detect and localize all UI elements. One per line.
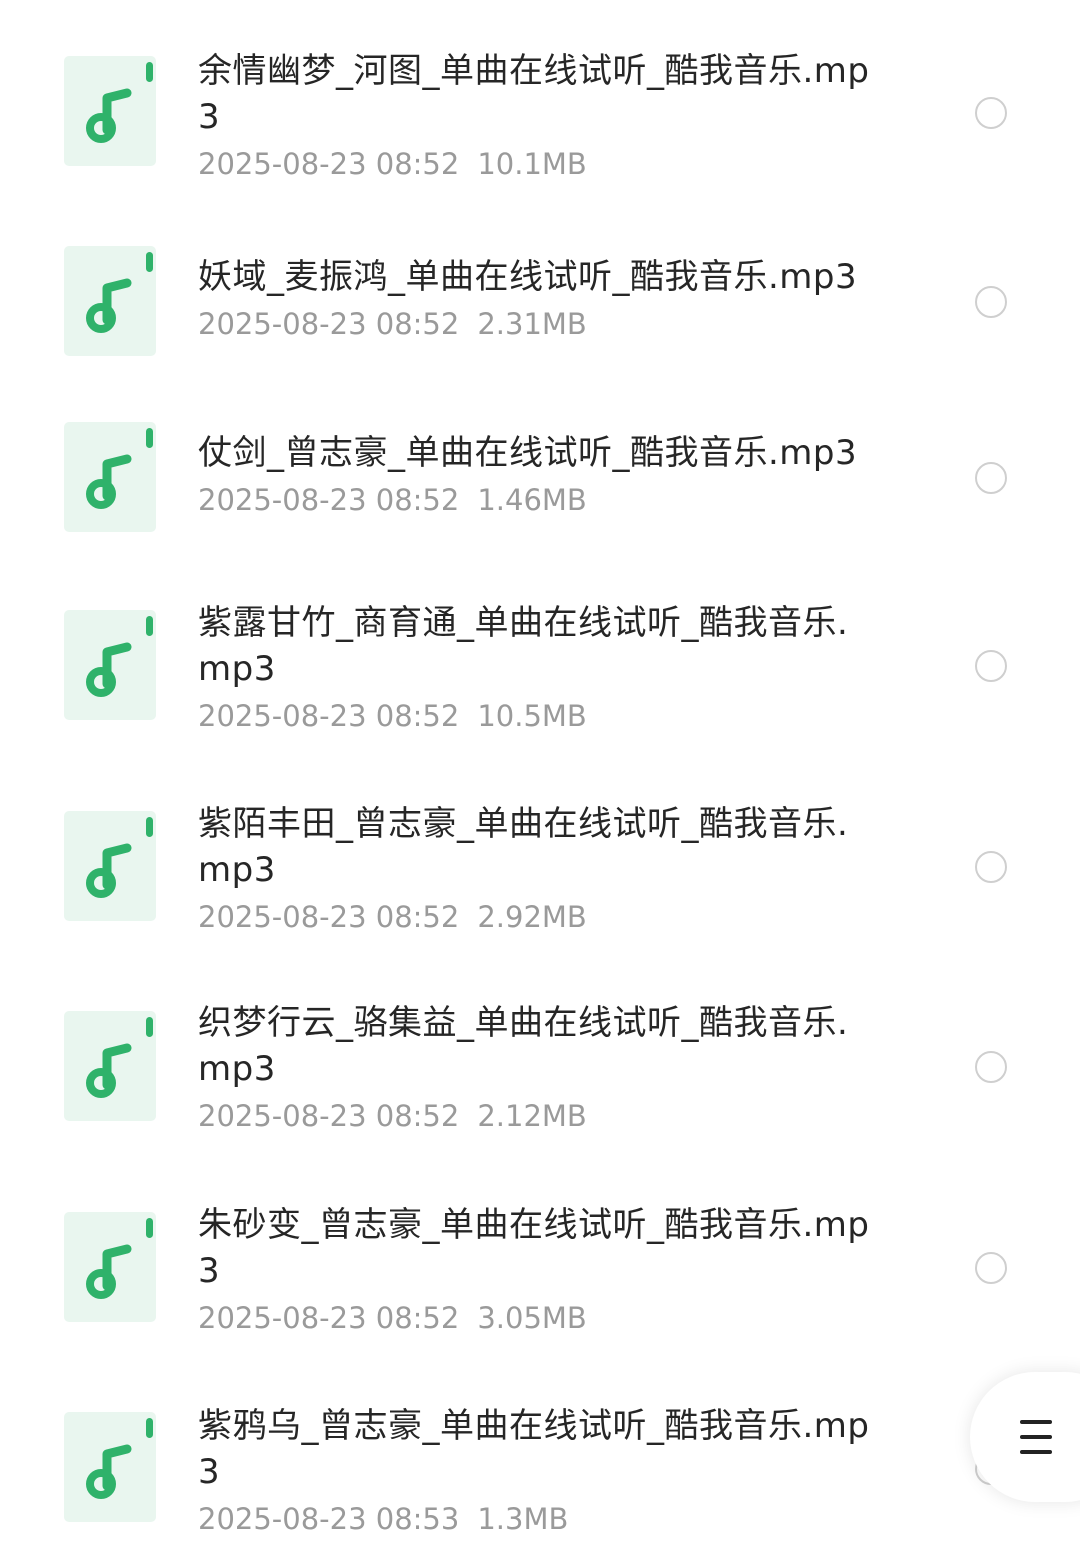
file-row[interactable]: 紫陌丰田_曾志豪_单曲在线试听_酷我音乐.mp3 2025-08-23 08:5… bbox=[0, 760, 1080, 960]
file-date: 2025-08-23 08:52 bbox=[198, 1099, 460, 1133]
file-meta: 2025-08-23 08:52 10.1MB bbox=[198, 144, 878, 184]
file-meta: 2025-08-23 08:52 2.92MB bbox=[198, 897, 878, 937]
file-meta: 2025-08-23 08:52 2.12MB bbox=[198, 1096, 878, 1136]
menu-icon bbox=[1020, 1420, 1052, 1454]
radio-unchecked-icon[interactable] bbox=[975, 462, 1007, 494]
file-date: 2025-08-23 08:52 bbox=[198, 1301, 460, 1335]
file-row[interactable]: 余情幽梦_河图_单曲在线试听_酷我音乐.mp3 2025-08-23 08:52… bbox=[0, 0, 1080, 200]
file-date: 2025-08-23 08:52 bbox=[198, 900, 460, 934]
file-name: 余情幽梦_河图_单曲在线试听_酷我音乐.mp3 bbox=[198, 51, 870, 137]
file-row[interactable]: 紫露甘竹_商育通_单曲在线试听_酷我音乐.mp3 2025-08-23 08:5… bbox=[0, 560, 1080, 760]
file-date: 2025-08-23 08:52 bbox=[198, 147, 460, 181]
file-row[interactable]: 朱砂变_曾志豪_单曲在线试听_酷我音乐.mp3 2025-08-23 08:52… bbox=[0, 1160, 1080, 1360]
radio-unchecked-icon[interactable] bbox=[975, 97, 1007, 129]
radio-unchecked-icon[interactable] bbox=[975, 286, 1007, 318]
radio-unchecked-icon[interactable] bbox=[975, 851, 1007, 883]
file-meta: 2025-08-23 08:52 2.31MB bbox=[198, 304, 878, 344]
radio-unchecked-icon[interactable] bbox=[975, 1252, 1007, 1284]
file-size: 1.3MB bbox=[477, 1502, 569, 1536]
music-file-icon bbox=[64, 246, 156, 356]
file-meta: 2025-08-23 08:52 1.46MB bbox=[198, 480, 878, 520]
file-row[interactable]: 紫鸦乌_曾志豪_单曲在线试听_酷我音乐.mp3 2025-08-23 08:53… bbox=[0, 1360, 1080, 1556]
file-name: 紫露甘竹_商育通_单曲在线试听_酷我音乐.mp3 bbox=[198, 603, 849, 689]
music-file-icon bbox=[64, 1412, 156, 1522]
file-size: 10.5MB bbox=[477, 699, 587, 733]
file-meta: 2025-08-23 08:53 1.3MB bbox=[198, 1499, 878, 1539]
music-file-icon bbox=[64, 610, 156, 720]
file-date: 2025-08-23 08:52 bbox=[198, 483, 460, 517]
file-date: 2025-08-23 08:52 bbox=[198, 307, 460, 341]
file-size: 2.31MB bbox=[477, 307, 587, 341]
file-date: 2025-08-23 08:53 bbox=[198, 1502, 460, 1536]
music-file-icon bbox=[64, 1212, 156, 1322]
file-row[interactable]: 仗剑_曾志豪_单曲在线试听_酷我音乐.mp3 2025-08-23 08:52 1… bbox=[0, 380, 1080, 560]
file-name: 朱砂变_曾志豪_单曲在线试听_酷我音乐.mp3 bbox=[198, 1205, 870, 1291]
radio-unchecked-icon[interactable] bbox=[975, 1051, 1007, 1083]
file-name: 紫鸦乌_曾志豪_单曲在线试听_酷我音乐.mp3 bbox=[198, 1406, 870, 1492]
file-row[interactable]: 织梦行云_骆集益_单曲在线试听_酷我音乐.mp3 2025-08-23 08:5… bbox=[0, 960, 1080, 1160]
radio-unchecked-icon[interactable] bbox=[975, 650, 1007, 682]
file-row[interactable]: 妖域_麦振鸿_单曲在线试听_酷我音乐.mp3 2025-08-23 08:52 2… bbox=[0, 200, 1080, 380]
file-name: 仗剑_曾志豪_单曲在线试听_酷我音乐.mp3 bbox=[198, 433, 858, 473]
file-size: 10.1MB bbox=[477, 147, 587, 181]
file-name: 织梦行云_骆集益_单曲在线试听_酷我音乐.mp3 bbox=[198, 1003, 849, 1089]
file-meta: 2025-08-23 08:52 10.5MB bbox=[198, 696, 878, 736]
music-file-icon bbox=[64, 56, 156, 166]
music-file-icon bbox=[64, 811, 156, 921]
file-size: 1.46MB bbox=[477, 483, 587, 517]
music-file-icon bbox=[64, 422, 156, 532]
file-size: 2.12MB bbox=[477, 1099, 587, 1133]
file-size: 3.05MB bbox=[477, 1301, 587, 1335]
file-meta: 2025-08-23 08:52 3.05MB bbox=[198, 1298, 878, 1338]
file-date: 2025-08-23 08:52 bbox=[198, 699, 460, 733]
file-name: 紫陌丰田_曾志豪_单曲在线试听_酷我音乐.mp3 bbox=[198, 804, 849, 890]
file-size: 2.92MB bbox=[477, 900, 587, 934]
music-file-icon bbox=[64, 1011, 156, 1121]
file-list: 余情幽梦_河图_单曲在线试听_酷我音乐.mp3 2025-08-23 08:52… bbox=[0, 0, 1080, 1556]
file-name: 妖域_麦振鸿_单曲在线试听_酷我音乐.mp3 bbox=[198, 257, 858, 297]
